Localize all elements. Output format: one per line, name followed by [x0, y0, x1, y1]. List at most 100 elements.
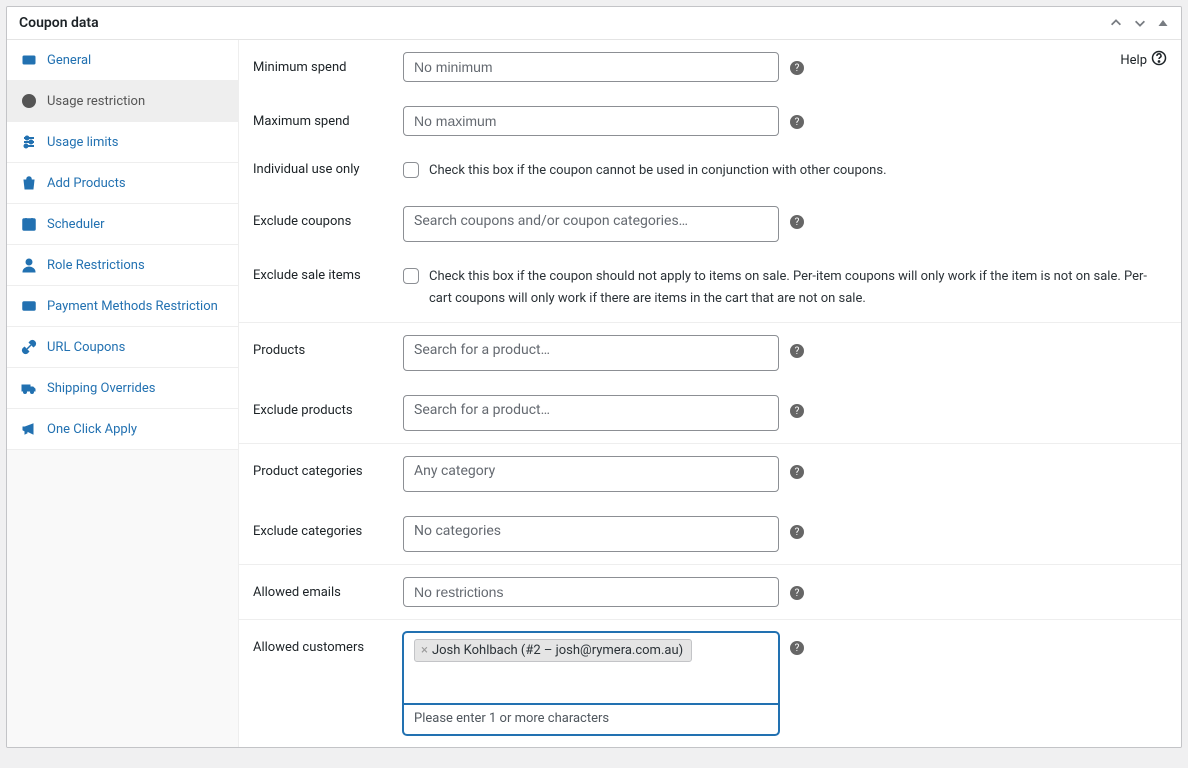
link-icon [21, 339, 37, 355]
person-icon [21, 257, 37, 273]
sidebar-item-label: Add Products [47, 176, 126, 191]
exclude-categories-select[interactable]: No categories [403, 516, 779, 552]
sliders-icon [21, 134, 37, 150]
customer-tag: × Josh Kohlbach (#2 – josh@rymera.com.au… [414, 639, 692, 662]
svg-text:?: ? [795, 527, 800, 538]
sidebar-item-scheduler[interactable]: Scheduler [7, 204, 238, 245]
label-allowed-emails: Allowed emails [253, 577, 403, 600]
individual-use-description: Check this box if the coupon cannot be u… [429, 160, 887, 182]
sidebar-item-url-coupons[interactable]: URL Coupons [7, 327, 238, 368]
truck-icon [21, 380, 37, 396]
sidebar-item-general[interactable]: General [7, 40, 238, 81]
label-exclude-sale-items: Exclude sale items [253, 266, 403, 283]
svg-text:?: ? [795, 588, 800, 599]
help-icon[interactable]: ? [789, 114, 805, 130]
help-link[interactable]: Help [1120, 50, 1167, 70]
label-exclude-coupons: Exclude coupons [253, 206, 403, 229]
row-products: Products Search for a product… ? [239, 323, 1181, 383]
label-maximum-spend: Maximum spend [253, 106, 403, 129]
label-exclude-products: Exclude products [253, 395, 403, 418]
help-icon[interactable]: ? [789, 214, 805, 230]
row-allowed-emails: Allowed emails ? [239, 565, 1181, 620]
chevron-up-icon[interactable] [1109, 16, 1123, 30]
svg-text:?: ? [795, 467, 800, 478]
sidebar-item-label: Role Restrictions [47, 258, 145, 273]
row-exclude-categories: Exclude categories No categories ? [239, 504, 1181, 565]
help-icon[interactable]: ? [789, 343, 805, 359]
sidebar-item-label: One Click Apply [47, 422, 137, 437]
exclude-sale-items-description: Check this box if the coupon should not … [429, 266, 1163, 310]
collapse-icon[interactable] [1157, 17, 1169, 29]
help-icon[interactable]: ? [789, 464, 805, 480]
help-icon[interactable]: ? [789, 585, 805, 601]
svg-text:?: ? [795, 643, 800, 654]
row-maximum-spend: Maximum spend ? [239, 94, 1181, 148]
help-icon[interactable]: ? [789, 524, 805, 540]
sidebar-item-label: Usage limits [47, 135, 118, 150]
maximum-spend-input[interactable] [403, 106, 779, 136]
sidebar-item-label: General [47, 53, 91, 68]
row-individual-use: Individual use only Check this box if th… [239, 148, 1181, 194]
sidebar-item-label: Shipping Overrides [47, 381, 155, 396]
chevron-down-icon[interactable] [1133, 16, 1147, 30]
question-circle-icon [1151, 50, 1167, 70]
sidebar-item-one-click-apply[interactable]: One Click Apply [7, 409, 238, 450]
panel-header: Coupon data [7, 7, 1181, 40]
label-products: Products [253, 335, 403, 358]
row-product-categories: Product categories Any category ? [239, 444, 1181, 504]
panel-header-controls [1109, 16, 1169, 30]
label-exclude-categories: Exclude categories [253, 516, 403, 539]
exclude-products-select[interactable]: Search for a product… [403, 395, 779, 431]
tag-remove-icon[interactable]: × [421, 644, 428, 657]
calendar-icon [21, 216, 37, 232]
ticket-icon [21, 52, 37, 68]
sidebar-item-label: Payment Methods Restriction [47, 299, 218, 314]
row-exclude-coupons: Exclude coupons Search coupons and/or co… [239, 194, 1181, 254]
card-icon [21, 298, 37, 314]
sidebar-item-usage-restriction[interactable]: Usage restriction [7, 81, 238, 122]
exclude-coupons-select[interactable]: Search coupons and/or coupon categories… [403, 206, 779, 242]
sidebar-item-usage-limits[interactable]: Usage limits [7, 122, 238, 163]
content-pane: Help Minimum spend ? Maximum spend ? Ind… [239, 40, 1181, 747]
help-label: Help [1120, 53, 1147, 68]
help-icon[interactable]: ? [789, 403, 805, 419]
products-select[interactable]: Search for a product… [403, 335, 779, 371]
row-exclude-sale-items: Exclude sale items Check this box if the… [239, 254, 1181, 323]
sidebar-item-payment-methods-restriction[interactable]: Payment Methods Restriction [7, 286, 238, 327]
bag-icon [21, 175, 37, 191]
row-allowed-customers: Allowed customers × Josh Kohlbach (#2 – … [239, 620, 1181, 747]
row-minimum-spend: Minimum spend ? [239, 40, 1181, 94]
label-allowed-customers: Allowed customers [253, 632, 403, 655]
svg-text:?: ? [795, 117, 800, 128]
panel-title: Coupon data [19, 15, 99, 31]
help-icon[interactable]: ? [789, 60, 805, 76]
label-minimum-spend: Minimum spend [253, 52, 403, 75]
allowed-emails-input[interactable] [403, 577, 779, 607]
megaphone-icon [21, 421, 37, 437]
sidebar-item-label: Scheduler [47, 217, 105, 232]
minimum-spend-input[interactable] [403, 52, 779, 82]
block-icon [21, 93, 37, 109]
label-individual-use: Individual use only [253, 160, 403, 177]
sidebar-item-label: Usage restriction [47, 94, 145, 109]
product-categories-select[interactable]: Any category [403, 456, 779, 492]
svg-text:?: ? [795, 217, 800, 228]
svg-text:?: ? [795, 63, 800, 74]
sidebar-item-label: URL Coupons [47, 340, 125, 355]
sidebar-item-role-restrictions[interactable]: Role Restrictions [7, 245, 238, 286]
allowed-customers-select[interactable]: × Josh Kohlbach (#2 – josh@rymera.com.au… [403, 632, 779, 704]
row-exclude-products: Exclude products Search for a product… ? [239, 383, 1181, 444]
help-icon[interactable]: ? [789, 640, 805, 656]
customer-tag-label: Josh Kohlbach (#2 – josh@rymera.com.au) [432, 643, 683, 658]
allowed-customers-dropdown-prompt: Please enter 1 or more characters [403, 703, 779, 735]
sidebar-item-add-products[interactable]: Add Products [7, 163, 238, 204]
panel-body: General Usage restriction Usage limits A… [7, 40, 1181, 747]
coupon-data-panel: Coupon data General Usage restriction [6, 6, 1182, 748]
label-product-categories: Product categories [253, 456, 403, 479]
individual-use-checkbox[interactable] [403, 162, 419, 178]
svg-text:?: ? [795, 406, 800, 417]
sidebar-item-shipping-overrides[interactable]: Shipping Overrides [7, 368, 238, 409]
svg-text:?: ? [795, 346, 800, 357]
sidebar: General Usage restriction Usage limits A… [7, 40, 239, 747]
exclude-sale-items-checkbox[interactable] [403, 268, 419, 284]
